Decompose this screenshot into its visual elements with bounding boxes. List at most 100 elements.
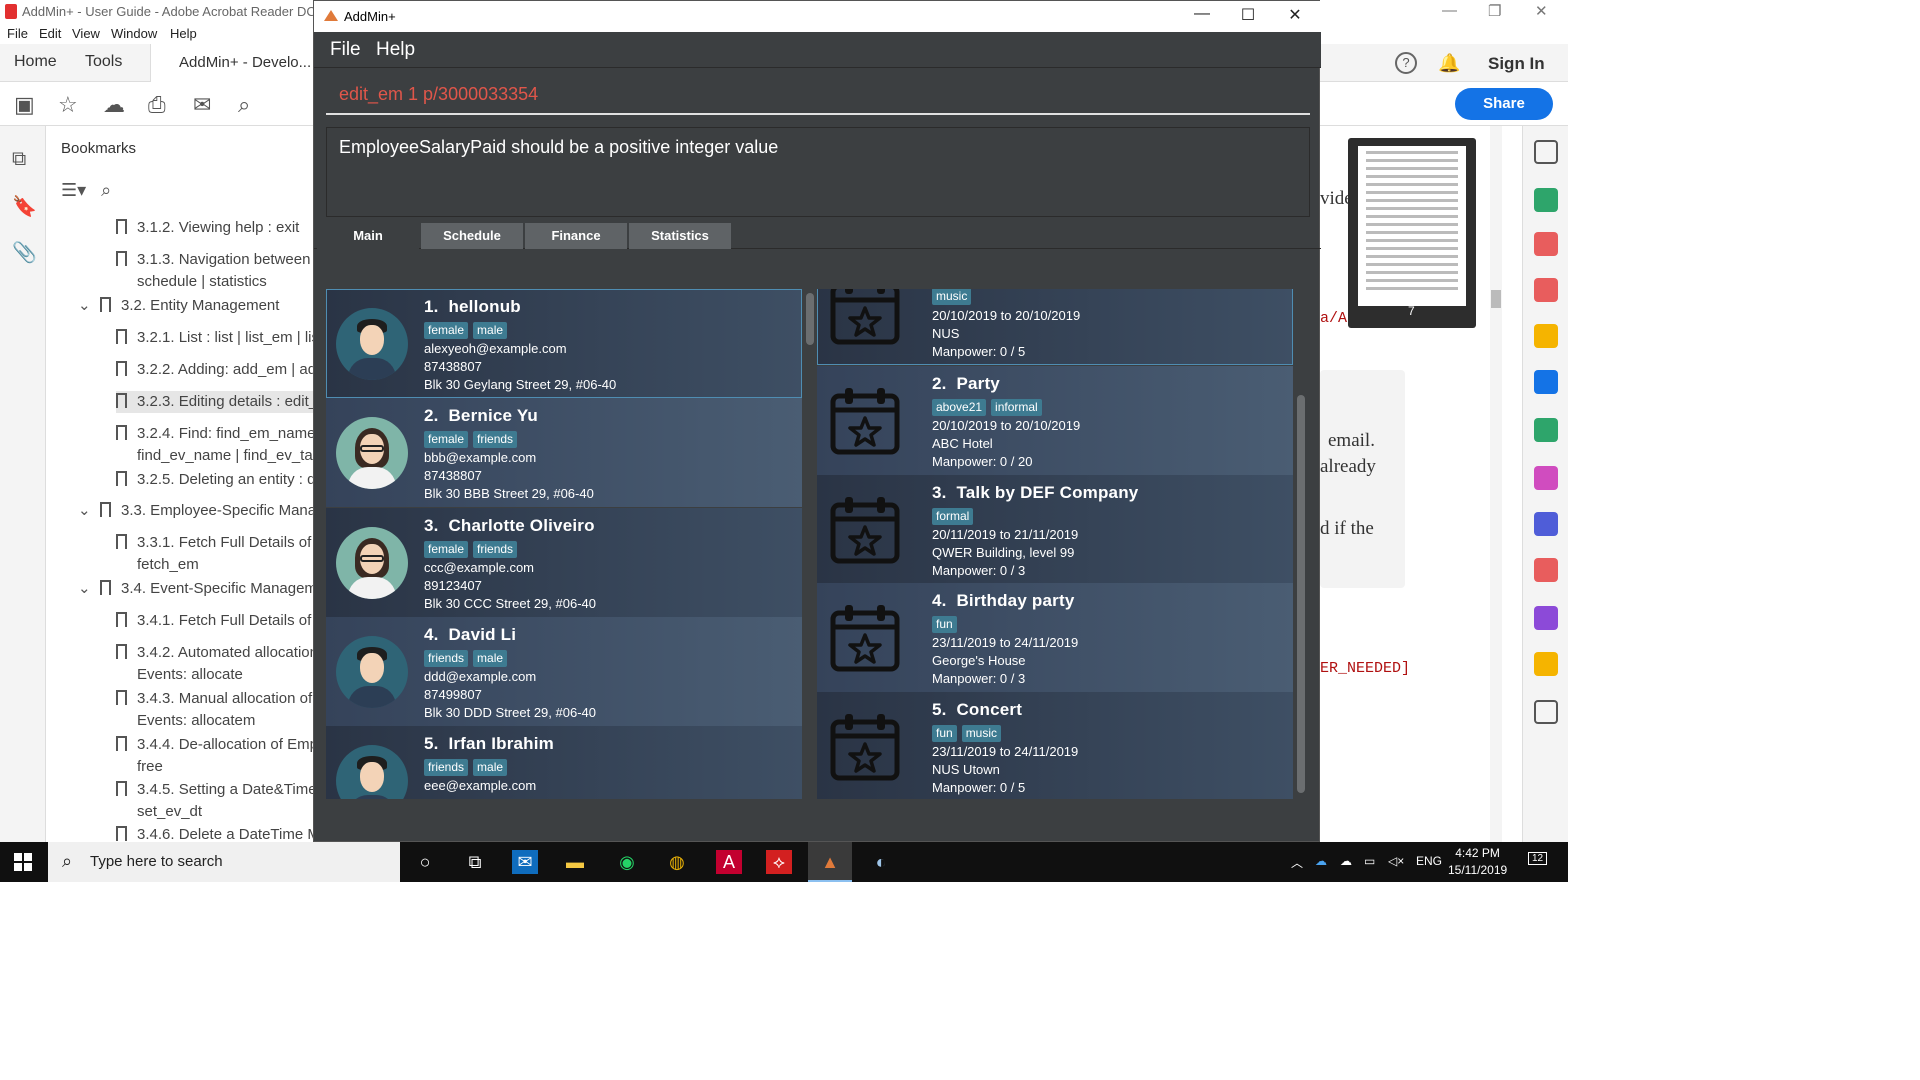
zoom-icon[interactable]: ⌕ — [238, 92, 250, 118]
menu-help[interactable]: Help — [376, 39, 415, 61]
bookmark-item[interactable]: 3.4.5. Setting a Date&Time — [116, 779, 316, 801]
event-list-scrollbar[interactable] — [1296, 289, 1306, 799]
star-icon[interactable]: ☆ — [58, 92, 78, 118]
cloud-icon[interactable]: ☁ — [1340, 854, 1352, 868]
bookmark-item[interactable]: 3.2.3. Editing details : edit_e — [116, 391, 316, 413]
menu-file[interactable]: File — [7, 26, 28, 41]
chevron-down-icon[interactable]: ⌄ — [78, 578, 91, 600]
employee-card[interactable]: 1. hellonub female male alexyeoh@example.co… — [326, 289, 802, 398]
help-icon[interactable]: ? — [1395, 52, 1417, 74]
acrobat-icon[interactable]: ⟡ — [766, 850, 792, 874]
tray-expand-icon[interactable]: ︿ — [1291, 854, 1303, 871]
sign-in-link[interactable]: Sign In — [1488, 54, 1545, 74]
bookmark-item[interactable]: ⌄ 3.4. Event-Specific Manageme — [78, 578, 316, 600]
clock[interactable]: 4:42 PM 15/11/2019 — [1448, 845, 1507, 879]
print-icon[interactable]: ⎙ — [148, 92, 166, 118]
more-tools-icon[interactable] — [1534, 700, 1558, 724]
organize-pages-icon[interactable] — [1534, 278, 1558, 302]
onedrive-icon[interactable]: ☁ — [1315, 854, 1327, 868]
tab-main[interactable]: Main — [317, 223, 419, 249]
bookmark-item[interactable]: 3.2.4. Find: find_em_name | — [116, 423, 316, 445]
start-button[interactable] — [14, 853, 32, 871]
employee-card[interactable]: 4. David Li friends male ddd@example.com 874… — [326, 616, 802, 726]
bookmark-options-icon[interactable]: ☰▾ ⌕ — [61, 180, 111, 201]
whatsapp-icon[interactable]: ◉ — [614, 850, 640, 874]
chrome-icon[interactable]: ◍ — [664, 850, 690, 874]
chevron-down-icon[interactable]: ⌄ — [78, 295, 91, 317]
share-button[interactable]: Share — [1455, 88, 1553, 120]
file-explorer-icon[interactable]: ▬ — [562, 850, 588, 874]
pages-icon[interactable]: ⧉ — [12, 148, 26, 171]
close-icon[interactable]: ✕ — [1275, 5, 1315, 27]
menu-edit[interactable]: Edit — [39, 26, 61, 41]
command-input[interactable] — [326, 75, 1310, 113]
fill-sign-icon[interactable] — [1534, 466, 1558, 490]
bookmark-item[interactable]: 3.4.1. Fetch Full Details of ar — [116, 610, 316, 632]
language-indicator[interactable]: ENG — [1416, 854, 1442, 868]
minimize-icon[interactable]: — — [1442, 2, 1457, 19]
attachment-icon[interactable]: 📎 — [12, 240, 37, 265]
bookmark-item[interactable]: Events: allocatem — [137, 710, 255, 732]
zoom-tool-icon[interactable] — [1534, 140, 1558, 164]
upload-icon[interactable]: ☁ — [103, 92, 125, 118]
scrollbar-thumb[interactable] — [1491, 290, 1501, 308]
create-pdf-icon[interactable] — [1534, 232, 1558, 256]
bookmark-icon[interactable]: 🔖 — [12, 194, 37, 219]
cortana-icon[interactable]: ○ — [412, 850, 438, 874]
bookmark-item[interactable]: schedule | statistics — [137, 271, 267, 293]
bookmark-item[interactable]: 3.4.2. Automated allocation — [116, 642, 316, 664]
share-tool-icon[interactable] — [1534, 652, 1558, 676]
minimize-icon[interactable]: — — [1182, 5, 1222, 27]
bookmark-item[interactable]: free — [137, 756, 163, 778]
page-thumbnail[interactable]: 7 — [1348, 138, 1476, 328]
tab-document[interactable]: AddMin+ - Develo... — [150, 44, 320, 82]
tab-statistics[interactable]: Statistics — [629, 223, 731, 249]
tab-finance[interactable]: Finance — [525, 223, 627, 249]
angular-icon[interactable]: A — [716, 850, 742, 874]
bookmark-item[interactable]: ⌄ 3.2. Entity Management — [78, 295, 279, 317]
event-card[interactable]: 3. Talk by DEF Company formal 20/11/2019 t… — [817, 474, 1293, 584]
employee-card[interactable]: 3. Charlotte Oliveiro female friends ccc@ex… — [326, 507, 802, 617]
bookmark-item[interactable]: 3.1.3. Navigation between T — [116, 249, 316, 271]
bell-icon[interactable]: 🔔 — [1438, 53, 1460, 74]
employee-list[interactable]: 1. hellonub female male alexyeoh@example.co… — [326, 289, 802, 799]
bookmark-item[interactable]: ⌄ 3.3. Employee-Specific Manag — [78, 500, 316, 522]
comment-icon[interactable] — [1534, 324, 1558, 348]
protect-icon[interactable] — [1534, 512, 1558, 536]
event-card[interactable]: 4. Birthday party fun 23/11/2019 to 24/11/… — [817, 583, 1293, 692]
notifications-badge[interactable]: 12 — [1528, 852, 1548, 865]
tab-home[interactable]: Home — [14, 53, 57, 71]
event-list[interactable]: music 20/10/2019 to 20/10/2019 NUS Manpower… — [817, 289, 1293, 799]
chevron-down-icon[interactable]: ⌄ — [78, 500, 91, 522]
export-pdf-icon[interactable] — [1534, 188, 1558, 212]
bookmark-item[interactable]: 3.4.3. Manual allocation of E — [116, 688, 316, 710]
save-icon[interactable]: ▣ — [14, 92, 35, 118]
bookmark-item[interactable]: 3.3.1. Fetch Full Details of ar — [116, 532, 316, 554]
bookmark-item[interactable]: set_ev_dt — [137, 801, 202, 823]
scrollbar-thumb[interactable] — [1297, 395, 1305, 793]
bookmark-item[interactable]: find_ev_name | find_ev_tag — [137, 445, 316, 467]
compress-icon[interactable] — [1534, 418, 1558, 442]
maximize-icon[interactable]: ☐ — [1228, 5, 1268, 27]
bookmark-item[interactable]: 3.2.5. Deleting an entity : de — [116, 469, 316, 491]
employee-card[interactable]: 5. Irfan Ibrahim friends male eee@example.c… — [326, 726, 802, 799]
battery-icon[interactable]: ▭ — [1364, 854, 1375, 868]
menu-view[interactable]: View — [72, 26, 100, 41]
combine-files-icon[interactable] — [1534, 370, 1558, 394]
bookmark-item[interactable]: 3.4.4. De-allocation of Empl — [116, 734, 316, 756]
tab-schedule[interactable]: Schedule — [421, 223, 523, 249]
taskbar-search[interactable]: ⌕ Type here to search — [48, 842, 400, 882]
document-scrollbar[interactable] — [1490, 126, 1502, 842]
bookmark-item[interactable]: 3.2.1. List : list | list_em | list_ — [116, 327, 316, 349]
mail-icon[interactable]: ✉ — [193, 92, 211, 118]
paint-icon[interactable]: ◐ — [868, 850, 894, 874]
bookmark-item[interactable]: 3.4.6. Delete a DateTime Ma — [116, 824, 316, 842]
task-view-icon[interactable]: ⧉ — [462, 850, 488, 874]
close-icon[interactable]: ✕ — [1535, 2, 1548, 20]
bookmark-item[interactable]: 3.1.2. Viewing help : exit — [116, 217, 299, 239]
employee-list-scrollbar[interactable] — [805, 289, 815, 799]
event-card[interactable]: music 20/10/2019 to 20/10/2019 NUS Manpower… — [817, 289, 1293, 365]
pdf-tool-icon[interactable] — [1534, 558, 1558, 582]
scrollbar-thumb[interactable] — [806, 293, 814, 345]
event-card[interactable]: 2. Party above21 informal 20/10/2019 to 20/… — [817, 366, 1293, 475]
